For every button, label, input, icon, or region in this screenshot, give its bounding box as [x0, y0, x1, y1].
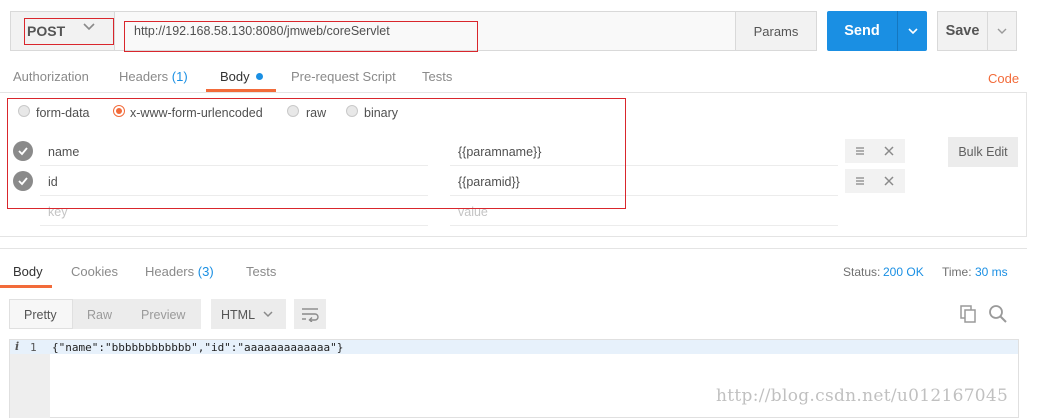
send-button[interactable]: Send	[827, 11, 897, 51]
search-icon[interactable]	[988, 304, 1008, 324]
response-tab-cookies[interactable]: Cookies	[71, 264, 118, 279]
save-button[interactable]: Save	[937, 11, 987, 51]
time-label: Time:	[942, 265, 972, 279]
info-icon: i	[15, 340, 20, 353]
close-icon[interactable]	[883, 175, 895, 187]
view-raw-button[interactable]: Raw	[87, 308, 112, 322]
chevron-down-icon	[907, 28, 918, 35]
view-pretty-button[interactable]: Pretty	[24, 308, 57, 322]
view-preview-button[interactable]: Preview	[141, 308, 185, 322]
copy-icon[interactable]	[958, 304, 978, 324]
wrap-lines-icon	[302, 308, 319, 322]
tab-headers-label: Headers	[119, 69, 169, 84]
response-tab-headers-label: Headers	[145, 264, 195, 279]
wrap-lines-button[interactable]	[294, 299, 326, 329]
drag-handle-icon[interactable]	[854, 175, 866, 187]
close-icon[interactable]	[883, 145, 895, 157]
response-tab-tests[interactable]: Tests	[246, 264, 276, 279]
headers-count: (1)	[171, 69, 188, 84]
tab-body-label: Body	[220, 69, 250, 84]
time-value: 30 ms	[975, 265, 1008, 279]
tab-tests[interactable]: Tests	[422, 69, 452, 84]
bulk-edit-button[interactable]: Bulk Edit	[948, 137, 1018, 167]
active-response-tab-underline	[0, 285, 52, 288]
method-highlight-box	[24, 18, 114, 45]
line-number: 1	[30, 341, 37, 354]
code-link[interactable]: Code	[988, 71, 1019, 86]
tab-pre-request-script[interactable]: Pre-request Script	[291, 69, 396, 84]
send-dropdown-button[interactable]	[897, 11, 927, 51]
body-highlight-box	[7, 98, 626, 209]
status-label: Status:	[843, 265, 881, 279]
response-body-text[interactable]: {"name":"bbbbbbbbbbbb","id":"aaaaaaaaaaa…	[52, 341, 343, 354]
row-divider	[450, 225, 838, 226]
response-headers-count: (3)	[197, 264, 214, 279]
tab-body[interactable]: Body	[220, 69, 264, 84]
response-tab-body[interactable]: Body	[13, 264, 43, 279]
status-value: 200 OK	[883, 265, 924, 279]
drag-handle-icon[interactable]	[854, 145, 866, 157]
url-highlight-box	[124, 21, 478, 52]
tab-headers[interactable]: Headers (1)	[119, 69, 188, 84]
response-tab-headers[interactable]: Headers (3)	[145, 264, 214, 279]
save-dropdown-button[interactable]	[987, 11, 1017, 51]
response-divider	[0, 248, 1027, 249]
chevron-down-icon	[263, 311, 273, 318]
body-indicator-dot	[256, 73, 264, 80]
params-button[interactable]: Params	[735, 11, 817, 51]
watermark-text: http://blog.csdn.net/u012167045	[716, 386, 1009, 406]
chevron-down-icon	[997, 28, 1007, 34]
format-value: HTML	[221, 308, 256, 322]
tab-authorization[interactable]: Authorization	[13, 69, 89, 84]
row-divider	[40, 225, 428, 226]
